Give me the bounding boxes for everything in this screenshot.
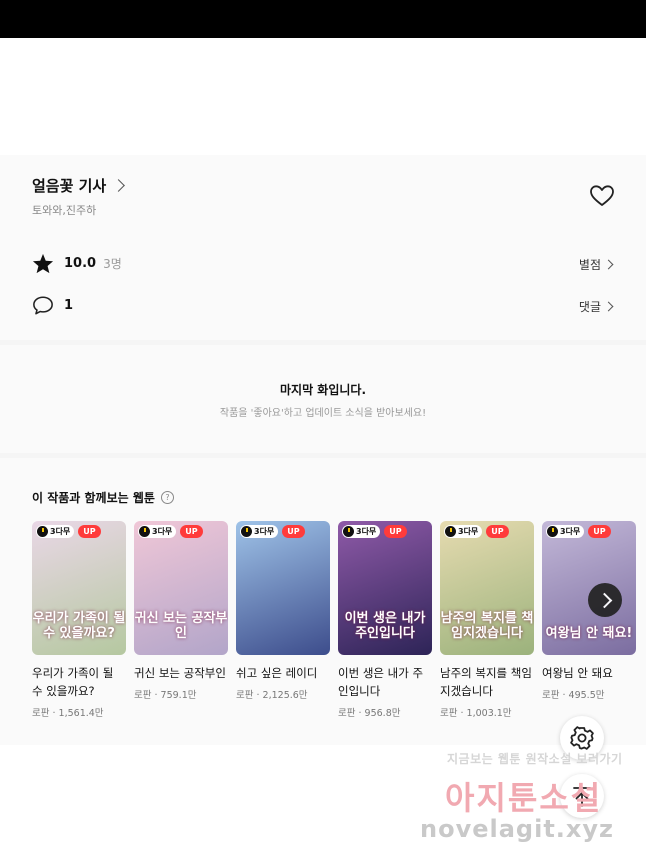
recommend-item[interactable]: 3다무 UP 쉬고 싶은 레이디로판 · 2,125.6만	[236, 521, 330, 701]
recommend-item[interactable]: 3다무 UP 이번 생은 내가 주인입니다 이번 생은 내가 주인입니다 로판 · 95…	[338, 521, 432, 719]
clock-icon	[547, 526, 558, 537]
recommend-item[interactable]: 3다무 UP 남주의 복지를 책임지겠습니다 남주의 복지를 책임지겠습니다 로판 · …	[440, 521, 534, 719]
wait-free-badge: 3다무	[240, 525, 279, 538]
clock-icon	[37, 526, 48, 537]
webtoon-cover[interactable]: 3다무 UP 이번 생은 내가 주인입니다	[338, 521, 432, 655]
webtoon-meta: 로판 · 1,561.4만	[32, 708, 104, 719]
wait-free-badge: 3다무	[36, 525, 75, 538]
star-icon	[32, 253, 54, 274]
clock-icon	[139, 526, 150, 537]
heart-icon[interactable]	[589, 184, 615, 208]
webtoon-meta: 로판 · 495.5만	[542, 690, 605, 701]
webtoon-title: 남주의 복지를 책임지겠습니다	[440, 666, 532, 698]
recommend-item[interactable]: 3다무 UP 귀신 보는 공작부인 귀신 보는 공작부인 로판 · 759.1만	[134, 521, 228, 701]
webtoon-cover[interactable]: 3다무 UP 귀신 보는 공작부인	[134, 521, 228, 655]
chevron-right-icon	[603, 259, 614, 270]
webtoon-meta: 로판 · 759.1만	[134, 690, 197, 701]
clock-icon	[241, 526, 252, 537]
cover-title: 귀신 보는 공작부인	[134, 611, 228, 641]
comment-label: 댓글	[578, 300, 601, 314]
up-badge: UP	[486, 525, 509, 538]
rate-label: 별점	[578, 258, 601, 272]
up-badge: UP	[180, 525, 203, 538]
end-notice-title: 마지막 화입니다.	[279, 383, 367, 397]
end-notice-subtitle: 작품을 '좋아요'하고 업데이트 소식을 받아보세요!	[219, 408, 427, 419]
up-badge: UP	[384, 525, 407, 538]
webtoon-title: 이번 생은 내가 주인입니다	[338, 666, 424, 698]
recommend-title: 이 작품과 함께보는 웹툰	[32, 491, 155, 505]
webtoon-meta: 로판 · 956.8만	[338, 708, 401, 719]
comment-row: 1	[32, 295, 73, 316]
recommend-item[interactable]: 3다무 UP 여왕님 안 돼요! 여왕님 안 돼요로판 · 495.5만	[542, 521, 636, 701]
end-notice-card	[0, 345, 646, 453]
work-title: 얼음꽃 기사	[32, 177, 107, 195]
comment-button[interactable]: 댓글	[578, 298, 614, 315]
clock-icon	[445, 526, 456, 537]
webtoon-title: 우리가 가족이 될 수 있을까요?	[32, 666, 114, 698]
rating-count: 3명	[103, 257, 122, 271]
watermark-logo: 아지툰소설	[445, 779, 603, 817]
work-title-link[interactable]: 얼음꽃 기사	[32, 175, 126, 196]
clock-icon	[343, 526, 354, 537]
chevron-right-icon	[603, 301, 614, 312]
work-authors: 토와와,진주하	[32, 204, 97, 217]
up-badge: UP	[588, 525, 611, 538]
rating-row: 10.0 3명	[32, 253, 122, 274]
cover-title: 여왕님 안 돼요!	[545, 626, 633, 641]
up-badge: UP	[282, 525, 305, 538]
top-bar	[0, 0, 646, 38]
webtoon-cover[interactable]: 3다무 UP 남주의 복지를 책임지겠습니다	[440, 521, 534, 655]
carousel-next-button[interactable]	[588, 583, 622, 617]
webtoon-title: 귀신 보는 공작부인	[134, 666, 226, 680]
webtoon-cover[interactable]: 3다무 UP	[236, 521, 330, 655]
webtoon-title: 여왕님 안 돼요	[542, 666, 613, 680]
cover-title: 이번 생은 내가 주인입니다	[344, 611, 426, 641]
recommend-item[interactable]: 3다무 UP 우리가 가족이 될 수 있을까요? 우리가 가족이 될 수 있을까요? 로…	[32, 521, 126, 719]
wait-free-badge: 3다무	[138, 525, 177, 538]
webtoon-meta: 로판 · 1,003.1만	[440, 708, 512, 719]
rate-button[interactable]: 별점	[578, 256, 614, 273]
cover-title: 남주의 복지를 책임지겠습니다	[440, 611, 534, 641]
webtoon-title: 쉬고 싶은 레이디	[236, 666, 318, 680]
cover-title: 우리가 가족이 될 수 있을까요?	[32, 611, 126, 641]
wait-free-badge: 3다무	[546, 525, 585, 538]
watermark-text: 지금보는 웹툰 원작소설 보러가기	[447, 752, 623, 766]
comment-icon	[33, 296, 53, 315]
rating-value: 10.0	[64, 256, 97, 271]
help-icon[interactable]: ?	[160, 491, 174, 504]
chevron-right-icon	[112, 179, 126, 192]
wait-free-badge: 3다무	[342, 525, 381, 538]
recommend-header: 이 작품과 함께보는 웹툰 ?	[32, 489, 174, 506]
webtoon-meta: 로판 · 2,125.6만	[236, 690, 308, 701]
webtoon-cover[interactable]: 3다무 UP 여왕님 안 돼요!	[542, 521, 636, 655]
wait-free-badge: 3다무	[444, 525, 483, 538]
webtoon-cover[interactable]: 3다무 UP 우리가 가족이 될 수 있을까요?	[32, 521, 126, 655]
watermark-url: novelagit.xyz	[420, 815, 615, 843]
comment-count: 1	[64, 298, 74, 313]
up-badge: UP	[78, 525, 101, 538]
